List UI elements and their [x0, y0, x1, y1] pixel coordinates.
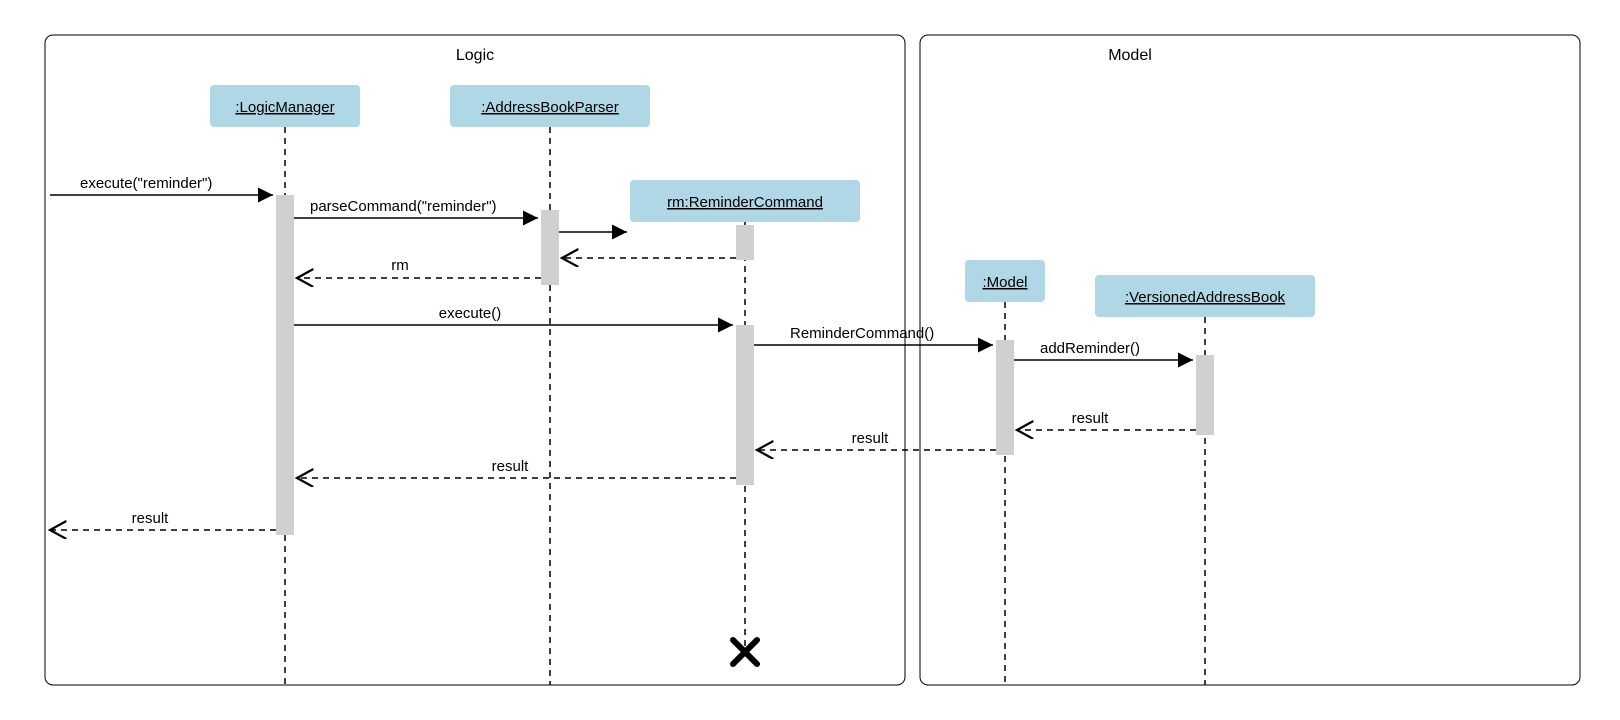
frame-model-label: Model: [1108, 47, 1152, 64]
activation-versioned-address-book: [1196, 355, 1214, 435]
activation-logic-manager: [276, 195, 294, 535]
activation-address-book-parser: [541, 210, 559, 285]
frame-logic: [45, 35, 905, 685]
msg-reminder-command-call-label: ReminderCommand(): [790, 325, 934, 342]
activation-reminder-command-exec: [736, 325, 754, 485]
msg-execute-reminder-label: execute("reminder"): [80, 175, 212, 192]
msg-execute-label: execute(): [439, 305, 502, 322]
activation-model: [996, 340, 1014, 455]
lifeline-address-book-parser-label: :AddressBookParser: [481, 99, 619, 116]
lifeline-logic-manager-label: :LogicManager: [235, 99, 334, 116]
sequence-diagram: Logic Model :LogicManager :AddressBookPa…: [0, 0, 1620, 720]
msg-result-4-label: result: [132, 510, 170, 527]
lifeline-model-label: :Model: [982, 274, 1027, 291]
msg-result-3-label: result: [492, 458, 530, 475]
msg-add-reminder-label: addReminder(): [1040, 340, 1140, 357]
msg-result-1-label: result: [1072, 410, 1110, 427]
activation-reminder-command-create: [736, 225, 754, 260]
msg-result-2-label: result: [852, 430, 890, 447]
msg-parse-command-label: parseCommand("reminder"): [310, 198, 497, 215]
msg-rm-label: rm: [391, 257, 409, 274]
lifeline-reminder-command-label: rm:ReminderCommand: [667, 194, 823, 211]
lifeline-versioned-address-book-label: :VersionedAddressBook: [1125, 289, 1286, 306]
frame-logic-label: Logic: [456, 47, 494, 64]
